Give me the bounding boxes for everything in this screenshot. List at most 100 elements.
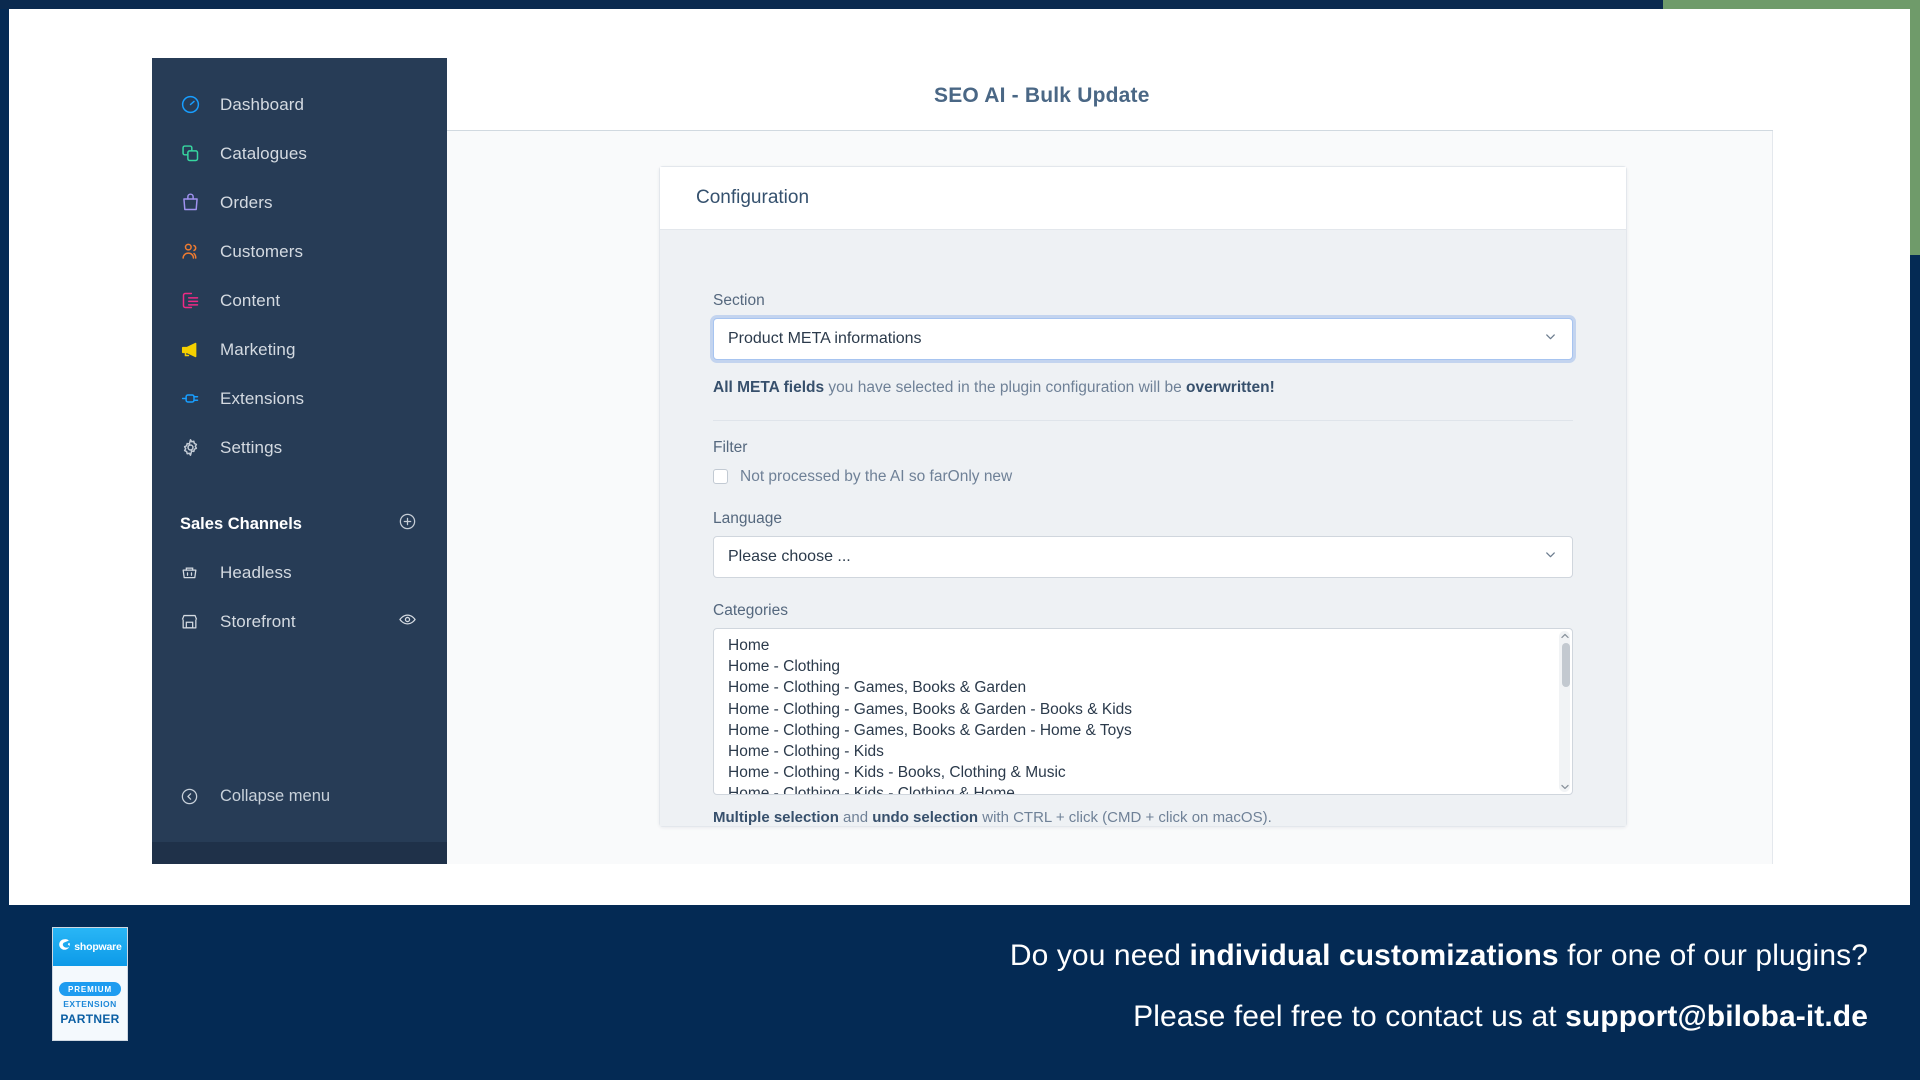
badge-premium-pill: PREMIUM <box>58 982 122 996</box>
filter-checkbox-row[interactable]: Not processed by the AI so farOnly new <box>713 468 1573 486</box>
badge-brand-bar: shopware <box>53 928 127 966</box>
section-hint: All META fields you have selected in the… <box>713 378 1573 399</box>
sidebar-footer-strip <box>152 842 447 864</box>
content-layout-icon <box>180 290 214 311</box>
multi-hint-bold-2: undo selection <box>872 808 979 826</box>
configuration-title: Configuration <box>696 187 810 208</box>
dashboard-gauge-icon <box>180 94 214 115</box>
sidebar-item-headless[interactable]: Headless <box>152 548 447 597</box>
sidebar-item-catalogues[interactable]: Catalogues <box>152 129 447 178</box>
banner-support-email: support@biloba-it.de <box>1565 999 1868 1033</box>
categories-option-list: Home Home - Clothing Home - Clothing - Gam… <box>714 635 1572 794</box>
categories-option[interactable]: Home - Clothing - Games, Books & Garden … <box>714 720 1572 741</box>
categories-option[interactable]: Home - Clothing - Kids - Books, Clothing… <box>714 762 1572 783</box>
main-area: SEO AI - Bulk Update Configuration Secti… <box>447 58 1773 864</box>
storefront-icon <box>180 612 214 631</box>
multi-hint-tail: with CTRL + click (CMD + click on macOS)… <box>978 808 1272 826</box>
eye-icon[interactable] <box>398 610 417 634</box>
sidebar-nav-list: Dashboard Catalogues Orders Customers Co… <box>152 58 447 472</box>
categories-option[interactable]: Home - Clothing - Kids <box>714 741 1572 762</box>
section-select-value: Product META informations <box>728 330 922 347</box>
sidebar-item-label: Content <box>220 290 281 310</box>
sales-channels-title: Sales Channels <box>180 514 302 533</box>
slide-root: Dashboard Catalogues Orders Customers Co… <box>0 0 1920 1080</box>
caret-up-icon[interactable] <box>1559 630 1570 642</box>
configuration-card-body: Section Product META informations All ME… <box>660 230 1626 826</box>
extensions-plug-icon <box>180 388 214 409</box>
sidebar-item-marketing[interactable]: Marketing <box>152 325 447 374</box>
top-green-strip <box>1663 0 1920 9</box>
shopware-premium-partner-badge: shopware PREMIUM EXTENSION PARTNER <box>52 927 128 1041</box>
sidebar-item-storefront[interactable]: Storefront <box>152 597 447 646</box>
badge-lower: PREMIUM EXTENSION PARTNER <box>53 966 127 1040</box>
categories-listbox[interactable]: Home Home - Clothing Home - Clothing - Gam… <box>713 627 1573 795</box>
customers-people-icon <box>180 241 214 262</box>
section-hint-bold-2: overwritten <box>1186 379 1270 396</box>
banner-line-2: Please feel free to contact us at suppor… <box>1010 994 1868 1041</box>
sidebar-item-settings[interactable]: Settings <box>152 423 447 472</box>
banner-line-1-bold: individual customizations <box>1189 939 1559 972</box>
chevron-down-icon <box>1543 329 1558 349</box>
plus-circle-icon[interactable] <box>398 512 417 536</box>
categories-option[interactable]: Home <box>714 635 1572 656</box>
section-hint-tail: ! <box>1269 379 1275 396</box>
shopware-logo-icon <box>58 938 71 956</box>
bottom-banner: shopware PREMIUM EXTENSION PARTNER Do yo… <box>0 905 1920 1080</box>
sidebar-item-label: Marketing <box>220 339 296 359</box>
sidebar-item-label: Orders <box>220 192 273 212</box>
configuration-card-header: Configuration <box>660 167 1626 230</box>
chevron-left-circle-icon <box>180 787 214 806</box>
badge-brand-text: shopware <box>74 941 122 953</box>
sidebar-item-customers[interactable]: Customers <box>152 227 447 276</box>
section-divider <box>713 419 1573 421</box>
chevron-down-icon <box>1543 547 1558 567</box>
section-hint-middle: you have selected in the plugin configur… <box>824 379 1186 396</box>
multi-hint-middle: and <box>838 808 873 826</box>
categories-option[interactable]: Home - Clothing - Kids - Clothing & Home <box>714 783 1572 794</box>
sidebar-item-label: Extensions <box>220 388 305 408</box>
section-select[interactable]: Product META informations <box>713 318 1573 360</box>
language-label: Language <box>713 509 782 527</box>
categories-option[interactable]: Home - Clothing <box>714 656 1572 677</box>
shopware-admin-window: Dashboard Catalogues Orders Customers Co… <box>152 58 1773 864</box>
sidebar-item-label: Storefront <box>220 611 296 631</box>
filter-checkbox-label: Not processed by the AI so farOnly new <box>740 467 1013 485</box>
basket-icon <box>180 563 214 582</box>
filter-checkbox[interactable] <box>713 469 728 485</box>
banner-line-1-pre: Do you need <box>1009 939 1190 972</box>
section-hint-bold-1: All META fields <box>713 379 825 396</box>
categories-label: Categories <box>713 601 788 619</box>
sidebar-item-extensions[interactable]: Extensions <box>152 374 447 423</box>
sidebar-item-label: Catalogues <box>220 143 308 163</box>
sidebar-item-dashboard[interactable]: Dashboard <box>152 80 447 129</box>
section-label: Section <box>713 292 765 309</box>
filter-label: Filter <box>713 438 748 456</box>
banner-line-1-post: for one of our plugins? <box>1558 939 1868 972</box>
sidebar-item-content[interactable]: Content <box>152 276 447 325</box>
banner-line-1: Do you need individual customizations fo… <box>1010 933 1868 980</box>
categories-scrollbar-thumb[interactable] <box>1562 642 1570 687</box>
caret-down-icon[interactable] <box>1559 781 1570 793</box>
screenshot-page-card: Dashboard Catalogues Orders Customers Co… <box>9 9 1910 905</box>
sidebar-item-label: Dashboard <box>220 94 305 114</box>
collapse-menu-label: Collapse menu <box>220 786 331 805</box>
right-green-strip <box>1910 9 1920 255</box>
collapse-menu-button[interactable]: Collapse menu <box>152 776 447 816</box>
language-select[interactable]: Please choose ... <box>713 535 1573 578</box>
multiple-selection-hint: Multiple selection and undo selection wi… <box>713 809 1573 826</box>
page-title: SEO AI - Bulk Update <box>934 84 1150 107</box>
topbar: SEO AI - Bulk Update <box>447 58 1773 131</box>
banner-line-2-pre: Please feel free to contact us at <box>1133 999 1566 1033</box>
categories-option[interactable]: Home - Clothing - Games, Books & Garden <box>714 677 1572 698</box>
categories-option[interactable]: Home - Clothing - Games, Books & Garden … <box>714 699 1572 720</box>
sidebar: Dashboard Catalogues Orders Customers Co… <box>152 58 447 864</box>
badge-extension-text: EXTENSION <box>63 999 117 1009</box>
sidebar-item-label: Customers <box>220 241 304 261</box>
banner-text-block: Do you need individual customizations fo… <box>1010 933 1868 1040</box>
configuration-card: Configuration Section Product META infor… <box>659 166 1627 827</box>
sidebar-item-orders[interactable]: Orders <box>152 178 447 227</box>
settings-gear-icon <box>180 437 214 458</box>
top-dark-strip <box>0 0 1663 9</box>
content-scroll-area: Configuration Section Product META infor… <box>447 131 1773 864</box>
sidebar-item-label: Settings <box>220 437 283 457</box>
